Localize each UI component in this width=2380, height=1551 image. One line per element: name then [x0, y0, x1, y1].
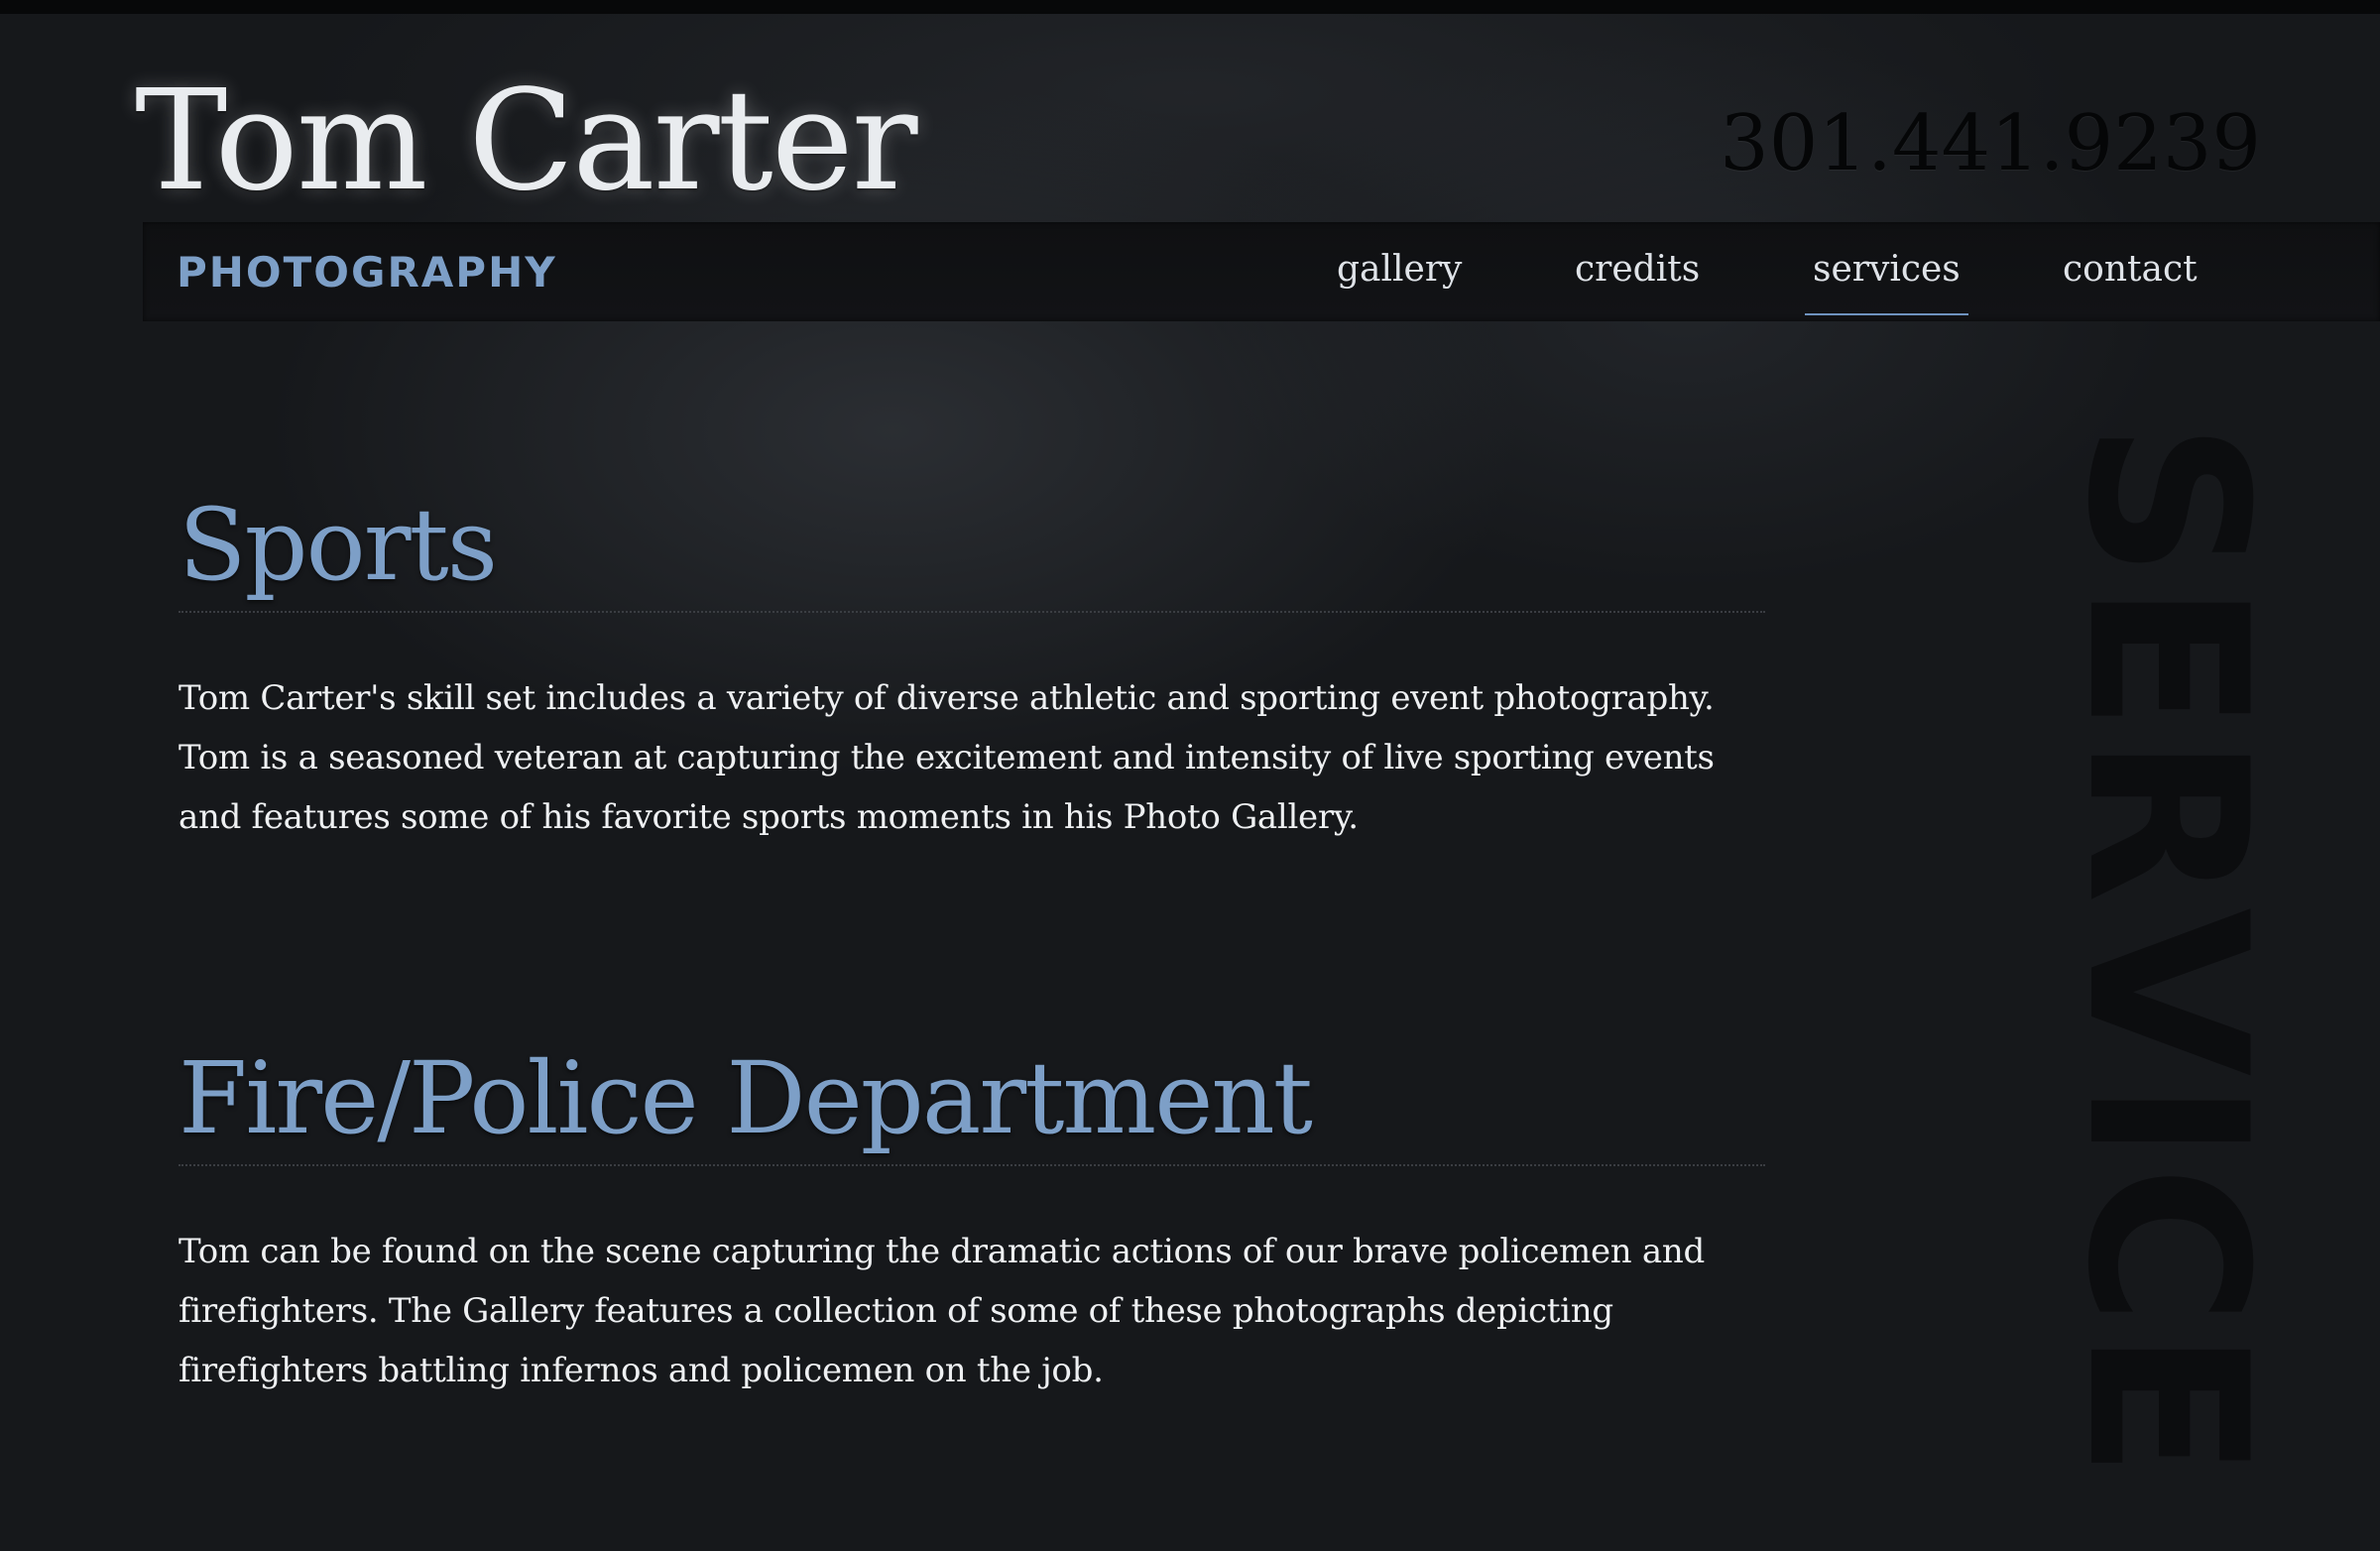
nav-item-services[interactable]: services	[1805, 246, 1968, 315]
site-logo-name[interactable]: Tom Carter	[135, 67, 918, 216]
section-fire-police: Fire/Police Department Tom can be found …	[178, 1039, 1765, 1400]
nav-item-credits[interactable]: credits	[1575, 246, 1700, 294]
nav-item-gallery[interactable]: gallery	[1337, 246, 1462, 294]
section-body: Tom can be found on the scene capturing …	[178, 1232, 1705, 1390]
section-watermark-text: SERVICE	[2040, 421, 2294, 1483]
section-divider	[178, 1164, 1765, 1166]
section-body: Tom Carter's skill set includes a variet…	[178, 678, 1715, 837]
section-sports: Sports Tom Carter's skill set includes a…	[178, 486, 1765, 847]
nav-item-contact[interactable]: contact	[2063, 246, 2198, 294]
section-title: Sports	[178, 487, 498, 603]
phone-number: 301.441.9239	[1720, 99, 2261, 188]
section-divider	[178, 611, 1765, 613]
nav-bar: PHOTOGRAPHY gallery credits services con…	[143, 222, 2380, 321]
site-subtitle: PHOTOGRAPHY	[177, 248, 557, 297]
section-title: Fire/Police Department	[178, 1040, 1313, 1156]
top-edge-bar	[0, 0, 2380, 14]
